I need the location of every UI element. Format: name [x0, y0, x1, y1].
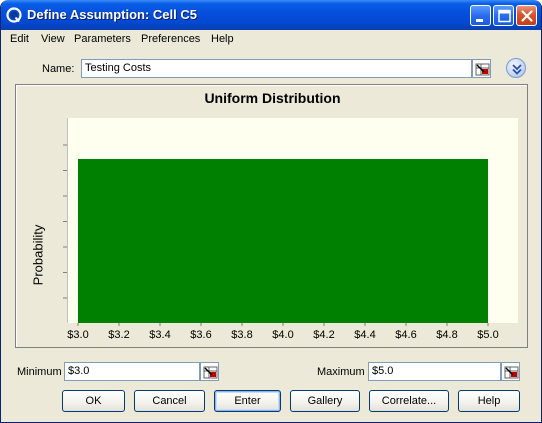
distribution-chart-svg: $3.0 $3.2 $3.4 $3.6 $3.8 $4.0 $4.2 $4.4 $4.6 $4.8…: [63, 144, 499, 341]
name-input[interactable]: Testing Costs: [81, 59, 472, 78]
window-title: Define Assumption: Cell C5: [27, 7, 197, 22]
ok-button[interactable]: OK: [62, 390, 125, 412]
menu-view[interactable]: View: [41, 33, 65, 45]
menu-edit[interactable]: Edit: [10, 33, 29, 45]
expand-dialog-button[interactable]: [506, 58, 526, 78]
maximize-button[interactable]: [493, 5, 514, 26]
close-button[interactable]: [516, 5, 537, 26]
x-tick-label: $3.8: [231, 329, 252, 341]
double-chevron-down-icon: [512, 64, 522, 75]
enter-button[interactable]: Enter: [214, 390, 281, 412]
x-tick-label: $4.4: [354, 329, 375, 341]
x-tick-label: $3.4: [149, 329, 170, 341]
uniform-distribution-bar[interactable]: [78, 159, 488, 323]
x-tick-label: $4.0: [272, 329, 293, 341]
help-button[interactable]: Help: [458, 390, 520, 412]
menu-bar: Edit View Parameters Preferences Help: [1, 30, 541, 49]
maximum-cell-reference-button[interactable]: [501, 362, 520, 381]
cell-reference-icon: [504, 366, 519, 379]
name-label: Name:: [42, 63, 75, 75]
x-tick-label: $4.6: [395, 329, 416, 341]
x-tick-label: $3.6: [190, 329, 211, 341]
maximize-icon: [498, 9, 511, 23]
cell-reference-icon: [475, 63, 490, 76]
name-cell-reference-button[interactable]: [472, 59, 491, 78]
x-tick-label: $5.0: [477, 329, 498, 341]
x-tick-label: $4.2: [313, 329, 334, 341]
define-assumption-dialog: Define Assumption: Cell C5 Edit View Par…: [0, 0, 542, 423]
maximum-input[interactable]: $5.0: [368, 362, 501, 381]
minimize-button[interactable]: [470, 5, 491, 26]
crystal-ball-app-icon: [6, 7, 22, 23]
x-tick-label: $3.2: [108, 329, 129, 341]
minimize-icon: [476, 19, 483, 22]
x-tick-label: $3.0: [67, 329, 88, 341]
title-bar[interactable]: Define Assumption: Cell C5: [1, 0, 541, 30]
menu-help[interactable]: Help: [211, 33, 234, 45]
menu-parameters[interactable]: Parameters: [74, 33, 131, 45]
minimum-input[interactable]: $3.0: [64, 362, 200, 381]
maximum-label: Maximum: [317, 366, 365, 378]
gallery-button[interactable]: Gallery: [290, 390, 360, 412]
cell-reference-icon: [203, 366, 218, 379]
correlate-button[interactable]: Correlate...: [369, 390, 449, 412]
close-icon: [521, 10, 533, 22]
minimum-label: Minimum: [17, 366, 62, 378]
menu-preferences[interactable]: Preferences: [141, 33, 200, 45]
cancel-button[interactable]: Cancel: [134, 390, 205, 412]
x-tick-label: $4.8: [436, 329, 457, 341]
minimum-cell-reference-button[interactable]: [200, 362, 219, 381]
distribution-chart-panel: Uniform Distribution Probability $3.0 $3.…: [15, 84, 528, 348]
